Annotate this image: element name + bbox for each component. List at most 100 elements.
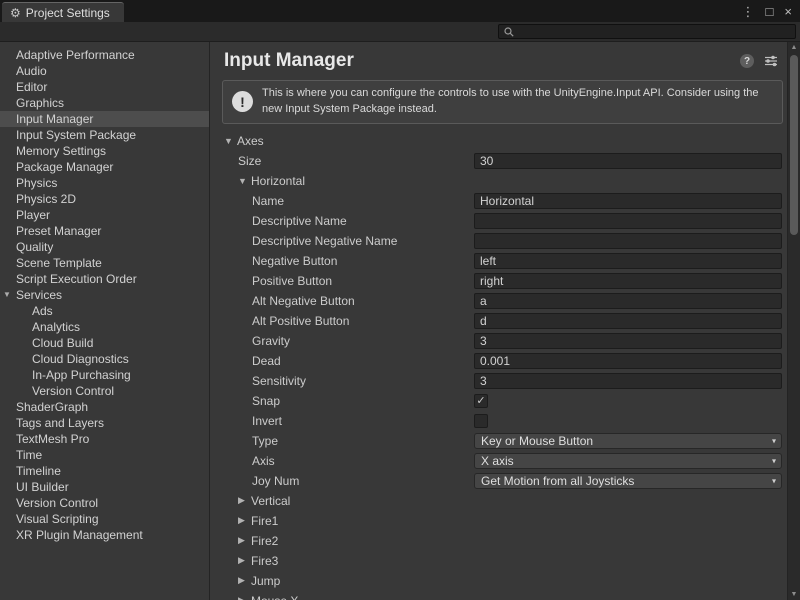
header-icons: ? [740,54,778,68]
text-field-sensitivity[interactable] [474,373,782,389]
vertical-scrollbar[interactable]: ▲ ▼ [787,42,800,600]
field-label: Invert [252,414,282,428]
row-label: ▶Fire3 [210,554,474,568]
checkbox-snap[interactable]: ✓ [474,394,488,408]
field-label: Alt Positive Button [252,314,349,328]
text-field-positive-button[interactable] [474,273,782,289]
foldout-open-icon[interactable]: ▼ [224,136,237,146]
presets-icon[interactable] [764,54,778,68]
dropdown-value: Key or Mouse Button [481,434,593,448]
sidebar-item-input-manager[interactable]: Input Manager [0,111,209,127]
text-field-name[interactable] [474,193,782,209]
text-field-size[interactable] [474,153,782,169]
field-label[interactable]: Horizontal [251,174,305,188]
sidebar-item-graphics[interactable]: Graphics [0,95,209,111]
sidebar-item-preset-manager[interactable]: Preset Manager [0,223,209,239]
scroll-down-icon[interactable]: ▼ [788,591,800,598]
sidebar-item-script-execution-order[interactable]: Script Execution Order [0,271,209,287]
text-field-negative-button[interactable] [474,253,782,269]
sidebar-item-scene-template[interactable]: Scene Template [0,255,209,271]
foldout-closed-icon[interactable]: ▶ [238,515,251,526]
field-label: Size [238,154,261,168]
foldout-closed-icon[interactable]: ▶ [238,595,251,600]
search-box[interactable] [498,24,796,39]
scroll-up-icon[interactable]: ▲ [788,44,800,51]
search-toolbar [0,22,800,42]
sidebar-item-version-control[interactable]: Version Control [0,383,209,399]
sidebar-item-timeline[interactable]: Timeline [0,463,209,479]
text-field-gravity[interactable] [474,333,782,349]
sidebar-item-cloud-build[interactable]: Cloud Build [0,335,209,351]
row-label: Gravity [210,334,474,348]
dropdown-type[interactable]: Key or Mouse Button▾ [474,433,782,449]
field-label[interactable]: Vertical [251,494,290,508]
row-snap: Snap✓ [210,391,800,411]
foldout-open-icon[interactable]: ▼ [238,176,251,186]
foldout-closed-icon[interactable]: ▶ [238,555,251,566]
window-tab-project-settings[interactable]: ⚙ Project Settings [2,2,124,22]
sidebar-item-shadergraph[interactable]: ShaderGraph [0,399,209,415]
row-label: Joy Num [210,474,474,488]
sidebar-item-player[interactable]: Player [0,207,209,223]
field-label[interactable]: Axes [237,134,264,148]
kebab-menu-icon[interactable]: ⋮ [742,5,755,18]
titlebar-controls: ⋮ □ × [742,0,792,22]
row-type: TypeKey or Mouse Button▾ [210,431,800,451]
checkbox-invert[interactable] [474,414,488,428]
sidebar-item-physics-2d[interactable]: Physics 2D [0,191,209,207]
dropdown-joy-num[interactable]: Get Motion from all Joysticks▾ [474,473,782,489]
field-label[interactable]: Fire3 [251,554,278,568]
sidebar-item-editor[interactable]: Editor [0,79,209,95]
dropdown-axis[interactable]: X axis▾ [474,453,782,469]
text-field-descriptive-name[interactable] [474,213,782,229]
sidebar-item-version-control[interactable]: Version Control [0,495,209,511]
sidebar-item-input-system-package[interactable]: Input System Package [0,127,209,143]
sidebar-item-xr-plugin-management[interactable]: XR Plugin Management [0,527,209,543]
sidebar-item-in-app-purchasing[interactable]: In-App Purchasing [0,367,209,383]
foldout-closed-icon[interactable]: ▶ [238,535,251,546]
help-icon[interactable]: ? [740,54,754,68]
sidebar-item-services[interactable]: ▼ Services [0,287,209,303]
sidebar-item-audio[interactable]: Audio [0,63,209,79]
row-label: ▶Vertical [210,494,474,508]
sidebar-item-physics[interactable]: Physics [0,175,209,191]
row-fire3: ▶Fire3 [210,551,800,571]
foldout-closed-icon[interactable]: ▶ [238,495,251,506]
sidebar-item-quality[interactable]: Quality [0,239,209,255]
sidebar-item-tags-and-layers[interactable]: Tags and Layers [0,415,209,431]
sidebar-item-label: Services [16,288,62,302]
text-field-dead[interactable] [474,353,782,369]
sidebar-item-textmesh-pro[interactable]: TextMesh Pro [0,431,209,447]
sidebar-item-label: Visual Scripting [16,512,99,526]
field-label[interactable]: Jump [251,574,280,588]
field-label[interactable]: Mouse X [251,594,298,600]
sidebar-item-analytics[interactable]: Analytics [0,319,209,335]
sidebar-item-cloud-diagnostics[interactable]: Cloud Diagnostics [0,351,209,367]
row-label: ▼Axes [210,134,474,148]
info-text: This is where you can configure the cont… [262,86,773,118]
search-input[interactable] [518,25,790,38]
dropdown-value: X axis [481,454,514,468]
maximize-icon[interactable]: □ [766,5,774,18]
text-field-descriptive-negative-name[interactable] [474,233,782,249]
sidebar-item-ads[interactable]: Ads [0,303,209,319]
project-settings-window: ⚙ Project Settings ⋮ □ × Adaptive Perfor… [0,0,800,600]
close-icon[interactable]: × [784,5,792,18]
text-field-alt-positive-button[interactable] [474,313,782,329]
sidebar-item-memory-settings[interactable]: Memory Settings [0,143,209,159]
foldout-open-icon[interactable]: ▼ [3,287,11,303]
sidebar-item-visual-scripting[interactable]: Visual Scripting [0,511,209,527]
foldout-closed-icon[interactable]: ▶ [238,575,251,586]
row-value: Key or Mouse Button▾ [474,433,782,449]
row-value [474,353,782,369]
window-tab-title: Project Settings [26,6,110,20]
sidebar-item-ui-builder[interactable]: UI Builder [0,479,209,495]
row-alt-positive-button: Alt Positive Button [210,311,800,331]
sidebar-item-adaptive-performance[interactable]: Adaptive Performance [0,47,209,63]
field-label[interactable]: Fire1 [251,514,278,528]
sidebar-item-time[interactable]: Time [0,447,209,463]
field-label[interactable]: Fire2 [251,534,278,548]
text-field-alt-negative-button[interactable] [474,293,782,309]
scrollbar-thumb[interactable] [790,55,798,235]
sidebar-item-package-manager[interactable]: Package Manager [0,159,209,175]
